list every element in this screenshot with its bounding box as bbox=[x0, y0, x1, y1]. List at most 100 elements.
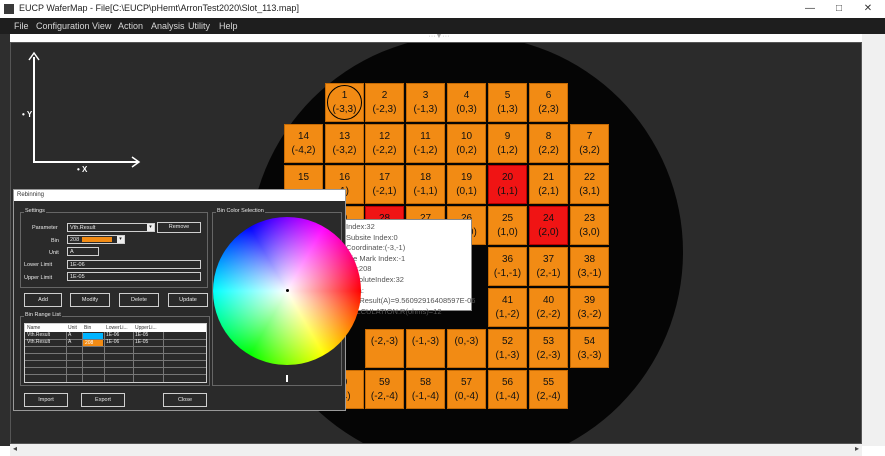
close-dialog-button[interactable]: Close bbox=[163, 393, 207, 407]
remove-button[interactable]: Remove bbox=[157, 222, 201, 233]
die-cell[interactable]: 25 (1,0) bbox=[488, 206, 527, 245]
menu-action[interactable]: Action bbox=[118, 21, 143, 31]
die-cell[interactable]: 10 (0,2) bbox=[447, 124, 486, 163]
add-button[interactable]: Add bbox=[24, 293, 62, 307]
die-cell[interactable]: 6 (2,3) bbox=[529, 83, 568, 122]
update-button[interactable]: Update bbox=[168, 293, 208, 307]
die-cell[interactable]: 7 (3,2) bbox=[570, 124, 609, 163]
die-coordinate: (-1,-4) bbox=[411, 391, 440, 402]
die-cell[interactable]: 38 (3,-1) bbox=[570, 247, 609, 286]
die-cell[interactable]: 57 (0,-4) bbox=[447, 370, 486, 409]
die-cell[interactable]: (-1,-3) bbox=[406, 329, 445, 368]
die-coordinate: (2,0) bbox=[538, 227, 559, 238]
menu-file[interactable]: File bbox=[14, 21, 29, 31]
menu-utility[interactable]: Utility bbox=[188, 21, 210, 31]
menu-bar: File Configuration View Action Analysis … bbox=[0, 18, 885, 34]
modify-button[interactable]: Modify bbox=[70, 293, 110, 307]
die-cell[interactable]: 9 (1,2) bbox=[488, 124, 527, 163]
die-coordinate: (2,1) bbox=[538, 186, 559, 197]
vertical-scrollbar[interactable] bbox=[862, 34, 885, 446]
die-cell[interactable]: 13 (-3,2) bbox=[325, 124, 364, 163]
die-index: 8 bbox=[545, 131, 552, 142]
die-cell[interactable]: 21 (2,1) bbox=[529, 165, 568, 204]
die-index: 23 bbox=[583, 213, 596, 224]
menu-help[interactable]: Help bbox=[219, 21, 238, 31]
maximize-button[interactable]: □ bbox=[829, 2, 849, 16]
die-coordinate: (-2,1) bbox=[372, 186, 397, 197]
die-cell[interactable]: 59 (-2,-4) bbox=[365, 370, 404, 409]
bin-range-table[interactable]: Name Unit Bin LowerLi... UpperLi... Vth.… bbox=[24, 323, 207, 383]
horizontal-scrollbar[interactable]: ◂ ▸ bbox=[10, 444, 862, 456]
die-cell[interactable]: 4 (0,3) bbox=[447, 83, 486, 122]
die-cell[interactable]: 52 (1,-3) bbox=[488, 329, 527, 368]
die-coordinate: (-2,3) bbox=[372, 104, 397, 115]
die-cell[interactable]: 20 (1,1) bbox=[488, 165, 527, 204]
die-cell[interactable]: 5 (1,3) bbox=[488, 83, 527, 122]
color-picker-dot[interactable] bbox=[286, 289, 289, 292]
bin-select[interactable]: 208 ▾ bbox=[67, 235, 125, 244]
die-cell[interactable]: 2 (-2,3) bbox=[365, 83, 404, 122]
die-cell[interactable]: 18 (-1,1) bbox=[406, 165, 445, 204]
die-coordinate: (0,-3) bbox=[454, 336, 479, 347]
die-cell[interactable]: 56 (1,-4) bbox=[488, 370, 527, 409]
die-cell[interactable]: 58 (-1,-4) bbox=[406, 370, 445, 409]
die-cell[interactable]: 36 (-1,-1) bbox=[488, 247, 527, 286]
delete-button[interactable]: Delete bbox=[119, 293, 159, 307]
die-cell[interactable]: 8 (2,2) bbox=[529, 124, 568, 163]
die-index: 56 bbox=[501, 377, 514, 388]
die-cell[interactable]: 23 (3,0) bbox=[570, 206, 609, 245]
die-cell[interactable]: (0,-3) bbox=[447, 329, 486, 368]
die-coordinate: (2,-2) bbox=[536, 309, 561, 320]
die-index: 54 bbox=[583, 336, 596, 347]
parameter-label: Parameter bbox=[32, 225, 58, 231]
die-cell[interactable]: 53 (2,-3) bbox=[529, 329, 568, 368]
export-button[interactable]: Export bbox=[81, 393, 125, 407]
die-index: 55 bbox=[542, 377, 555, 388]
die-cell[interactable]: 3 (-1,3) bbox=[406, 83, 445, 122]
die-index: 6 bbox=[545, 90, 552, 101]
die-cell[interactable]: 37 (2,-1) bbox=[529, 247, 568, 286]
die-index: 58 bbox=[419, 377, 432, 388]
die-cell[interactable]: 14 (-4,2) bbox=[284, 124, 323, 163]
minimize-button[interactable]: — bbox=[800, 2, 820, 16]
scroll-left-icon[interactable]: ◂ bbox=[13, 444, 17, 453]
tooltip-line: Index:32 bbox=[346, 222, 375, 231]
import-button[interactable]: Import bbox=[24, 393, 68, 407]
column-header-name: Name bbox=[27, 325, 41, 331]
lower-limit-field[interactable]: 1E-06 bbox=[67, 260, 201, 269]
die-cell[interactable]: 39 (3,-2) bbox=[570, 288, 609, 327]
die-cell[interactable]: 55 (2,-4) bbox=[529, 370, 568, 409]
close-button[interactable]: ✕ bbox=[858, 2, 878, 16]
die-cell[interactable]: 17 (-2,1) bbox=[365, 165, 404, 204]
scroll-right-icon[interactable]: ▸ bbox=[855, 444, 859, 453]
unit-field[interactable]: A bbox=[67, 247, 99, 256]
die-cell[interactable]: 22 (3,1) bbox=[570, 165, 609, 204]
brightness-handle[interactable] bbox=[286, 375, 288, 382]
die-coordinate: (-1,3) bbox=[413, 104, 438, 115]
table-header: Name Unit Bin LowerLi... UpperLi... bbox=[25, 324, 206, 332]
die-coordinate: (2,-3) bbox=[536, 350, 561, 361]
die-cell[interactable]: 19 (0,1) bbox=[447, 165, 486, 204]
menu-configuration[interactable]: Configuration bbox=[36, 21, 90, 31]
menu-analysis[interactable]: Analysis bbox=[151, 21, 185, 31]
die-coordinate: (1,-4) bbox=[495, 391, 520, 402]
bin-color-cell: 208 bbox=[83, 340, 103, 346]
tooltip-line: Data: bbox=[346, 286, 467, 297]
die-cell[interactable]: 41 (1,-2) bbox=[488, 288, 527, 327]
die-cell[interactable]: 24 (2,0) bbox=[529, 206, 568, 245]
die-cell[interactable]: 54 (3,-3) bbox=[570, 329, 609, 368]
die-cell[interactable]: 40 (2,-2) bbox=[529, 288, 568, 327]
collapse-grip-icon[interactable]: ···▼··· bbox=[426, 33, 452, 40]
die-cell[interactable]: 11 (-1,2) bbox=[406, 124, 445, 163]
die-index: 36 bbox=[501, 254, 514, 265]
die-cell[interactable]: 12 (-2,2) bbox=[365, 124, 404, 163]
die-cell[interactable]: (-2,-3) bbox=[365, 329, 404, 368]
parameter-select[interactable]: Vth.Result ▾ bbox=[67, 223, 155, 232]
die-index: 9 bbox=[504, 131, 511, 142]
die-coordinate: (0,-4) bbox=[454, 391, 479, 402]
die-cell[interactable]: 1 (-3,3) bbox=[325, 83, 364, 122]
upper-limit-field[interactable]: 1E-05 bbox=[67, 272, 201, 281]
settings-group-label: Settings bbox=[24, 208, 46, 214]
bin-color-swatch bbox=[82, 237, 112, 242]
menu-view[interactable]: View bbox=[92, 21, 111, 31]
